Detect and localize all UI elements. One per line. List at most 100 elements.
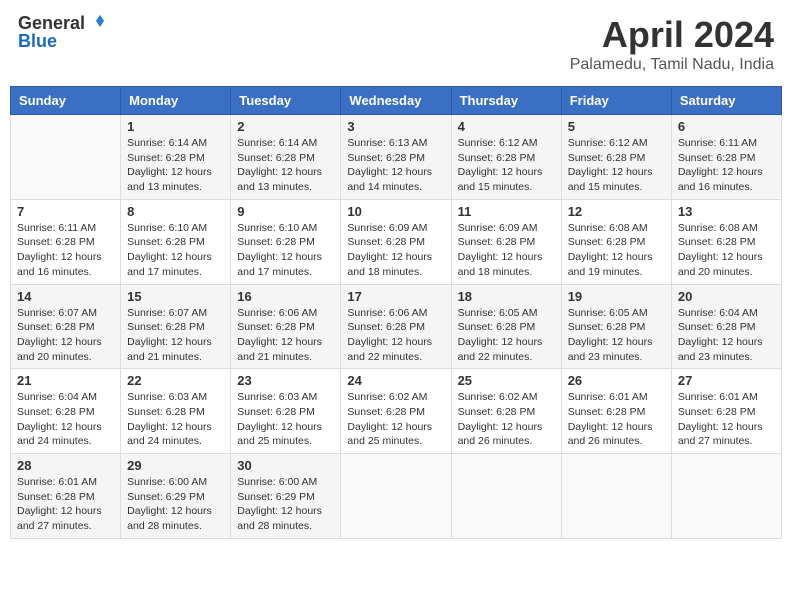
calendar-week-2: 7 Sunrise: 6:11 AMSunset: 6:28 PMDaylight…: [11, 199, 782, 284]
month-title: April 2024: [570, 14, 774, 56]
calendar-cell: 22 Sunrise: 6:03 AMSunset: 6:28 PMDayligh…: [121, 369, 231, 454]
logo-blue-text: Blue: [18, 32, 57, 50]
page-header: General Blue April 2024 Palamedu, Tamil …: [10, 10, 782, 78]
calendar-cell: 1Sunrise: 6:14 AMSunset: 6:28 PMDaylight…: [121, 115, 231, 200]
calendar-cell: [341, 454, 451, 539]
calendar-cell: 5 Sunrise: 6:12 AMSunset: 6:28 PMDaylight…: [561, 115, 671, 200]
calendar-cell: [11, 115, 121, 200]
day-number: 12: [568, 204, 665, 219]
calendar-cell: 28 Sunrise: 6:01 AMSunset: 6:28 PMDayligh…: [11, 454, 121, 539]
day-info: Sunrise: 6:04 AMSunset: 6:28 PMDaylight:…: [678, 306, 775, 365]
day-number: 19: [568, 289, 665, 304]
weekday-header-thursday: Thursday: [451, 87, 561, 115]
weekday-header-sunday: Sunday: [11, 87, 121, 115]
calendar-cell: 26 Sunrise: 6:01 AMSunset: 6:28 PMDayligh…: [561, 369, 671, 454]
day-number: 30: [237, 458, 334, 473]
day-info: Sunrise: 6:01 AMSunset: 6:28 PMDaylight:…: [568, 390, 665, 449]
calendar-cell: 6 Sunrise: 6:11 AMSunset: 6:28 PMDaylight…: [671, 115, 781, 200]
day-number: 18: [458, 289, 555, 304]
day-number: 4: [458, 119, 555, 134]
day-info: Sunrise: 6:10 AMSunset: 6:28 PMDaylight:…: [127, 221, 224, 280]
calendar-cell: 27 Sunrise: 6:01 AMSunset: 6:28 PMDayligh…: [671, 369, 781, 454]
day-info: Sunrise: 6:05 AMSunset: 6:28 PMDaylight:…: [568, 306, 665, 365]
day-number: 17: [347, 289, 444, 304]
day-info: Sunrise: 6:11 AMSunset: 6:28 PMDaylight:…: [678, 136, 775, 195]
location-title: Palamedu, Tamil Nadu, India: [570, 56, 774, 74]
day-info: Sunrise: 6:04 AMSunset: 6:28 PMDaylight:…: [17, 390, 114, 449]
weekday-header-wednesday: Wednesday: [341, 87, 451, 115]
day-info: Sunrise: 6:07 AMSunset: 6:28 PMDaylight:…: [127, 306, 224, 365]
day-number: 9: [237, 204, 334, 219]
calendar-cell: 23Sunrise: 6:03 AMSunset: 6:28 PMDayligh…: [231, 369, 341, 454]
day-number: 11: [458, 204, 555, 219]
day-number: 20: [678, 289, 775, 304]
calendar-cell: 9Sunrise: 6:10 AMSunset: 6:28 PMDaylight…: [231, 199, 341, 284]
day-number: 24: [347, 373, 444, 388]
calendar-cell: 30 Sunrise: 6:00 AMSunset: 6:29 PMDayligh…: [231, 454, 341, 539]
day-info: Sunrise: 6:02 AMSunset: 6:28 PMDaylight:…: [347, 390, 444, 449]
day-info: Sunrise: 6:14 AMSunset: 6:28 PMDaylight:…: [237, 136, 334, 195]
day-number: 22: [127, 373, 224, 388]
day-info: Sunrise: 6:07 AMSunset: 6:28 PMDaylight:…: [17, 306, 114, 365]
calendar-cell: 29 Sunrise: 6:00 AMSunset: 6:29 PMDayligh…: [121, 454, 231, 539]
calendar-cell: [451, 454, 561, 539]
day-number: 7: [17, 204, 114, 219]
calendar-cell: 19 Sunrise: 6:05 AMSunset: 6:28 PMDayligh…: [561, 284, 671, 369]
day-info: Sunrise: 6:00 AMSunset: 6:29 PMDaylight:…: [127, 475, 224, 534]
day-info: Sunrise: 6:12 AMSunset: 6:28 PMDaylight:…: [568, 136, 665, 195]
day-info: Sunrise: 6:00 AMSunset: 6:29 PMDaylight:…: [237, 475, 334, 534]
day-info: Sunrise: 6:03 AMSunset: 6:28 PMDaylight:…: [127, 390, 224, 449]
weekday-header-saturday: Saturday: [671, 87, 781, 115]
calendar-cell: 11 Sunrise: 6:09 AMSunset: 6:28 PMDayligh…: [451, 199, 561, 284]
day-info: Sunrise: 6:06 AMSunset: 6:28 PMDaylight:…: [237, 306, 334, 365]
calendar-header: SundayMondayTuesdayWednesdayThursdayFrid…: [11, 87, 782, 115]
weekday-header-friday: Friday: [561, 87, 671, 115]
calendar-week-3: 14Sunrise: 6:07 AMSunset: 6:28 PMDayligh…: [11, 284, 782, 369]
day-info: Sunrise: 6:12 AMSunset: 6:28 PMDaylight:…: [458, 136, 555, 195]
logo-general-text: General: [18, 14, 85, 32]
day-number: 15: [127, 289, 224, 304]
day-number: 28: [17, 458, 114, 473]
calendar-cell: 24 Sunrise: 6:02 AMSunset: 6:28 PMDayligh…: [341, 369, 451, 454]
day-number: 16: [237, 289, 334, 304]
calendar-cell: 7 Sunrise: 6:11 AMSunset: 6:28 PMDaylight…: [11, 199, 121, 284]
calendar-table: SundayMondayTuesdayWednesdayThursdayFrid…: [10, 86, 782, 539]
day-number: 6: [678, 119, 775, 134]
day-number: 29: [127, 458, 224, 473]
calendar-cell: 14Sunrise: 6:07 AMSunset: 6:28 PMDayligh…: [11, 284, 121, 369]
calendar-cell: [671, 454, 781, 539]
calendar-cell: 8 Sunrise: 6:10 AMSunset: 6:28 PMDaylight…: [121, 199, 231, 284]
day-info: Sunrise: 6:03 AMSunset: 6:28 PMDaylight:…: [237, 390, 334, 449]
day-number: 10: [347, 204, 444, 219]
day-info: Sunrise: 6:11 AMSunset: 6:28 PMDaylight:…: [17, 221, 114, 280]
day-info: Sunrise: 6:09 AMSunset: 6:28 PMDaylight:…: [458, 221, 555, 280]
day-info: Sunrise: 6:02 AMSunset: 6:28 PMDaylight:…: [458, 390, 555, 449]
day-number: 27: [678, 373, 775, 388]
day-info: Sunrise: 6:08 AMSunset: 6:28 PMDaylight:…: [678, 221, 775, 280]
day-number: 26: [568, 373, 665, 388]
calendar-week-1: 1 Sunrise: 6:14 AMSunset: 6:28 PMDaylight…: [11, 115, 782, 200]
day-number: 2: [237, 119, 334, 134]
day-number: 13: [678, 204, 775, 219]
day-info: Sunrise: 6:01 AMSunset: 6:28 PMDaylight:…: [678, 390, 775, 449]
calendar-cell: 10 Sunrise: 6:09 AMSunset: 6:28 PMDayligh…: [341, 199, 451, 284]
title-section: April 2024 Palamedu, Tamil Nadu, India: [570, 14, 774, 74]
day-info: Sunrise: 6:09 AMSunset: 6:28 PMDaylight:…: [347, 221, 444, 280]
day-number: 3: [347, 119, 444, 134]
calendar-cell: 3Sunrise: 6:13 AMSunset: 6:28 PMDaylight…: [341, 115, 451, 200]
calendar-cell: [561, 454, 671, 539]
calendar-cell: 12 Sunrise: 6:08 AMSunset: 6:28 PMDayligh…: [561, 199, 671, 284]
weekday-header-row: SundayMondayTuesdayWednesdayThursdayFrid…: [11, 87, 782, 115]
day-number: 1: [127, 119, 224, 134]
day-info: Sunrise: 6:08 AMSunset: 6:28 PMDaylight:…: [568, 221, 665, 280]
day-info: Sunrise: 6:01 AMSunset: 6:28 PMDaylight:…: [17, 475, 114, 534]
calendar-cell: 16 Sunrise: 6:06 AMSunset: 6:28 PMDayligh…: [231, 284, 341, 369]
calendar-cell: 21Sunrise: 6:04 AMSunset: 6:28 PMDayligh…: [11, 369, 121, 454]
day-number: 5: [568, 119, 665, 134]
calendar-cell: 2 Sunrise: 6:14 AMSunset: 6:28 PMDaylight…: [231, 115, 341, 200]
weekday-header-tuesday: Tuesday: [231, 87, 341, 115]
calendar-cell: 18Sunrise: 6:05 AMSunset: 6:28 PMDayligh…: [451, 284, 561, 369]
calendar-cell: 17Sunrise: 6:06 AMSunset: 6:28 PMDayligh…: [341, 284, 451, 369]
calendar-cell: 25Sunrise: 6:02 AMSunset: 6:28 PMDayligh…: [451, 369, 561, 454]
day-number: 8: [127, 204, 224, 219]
